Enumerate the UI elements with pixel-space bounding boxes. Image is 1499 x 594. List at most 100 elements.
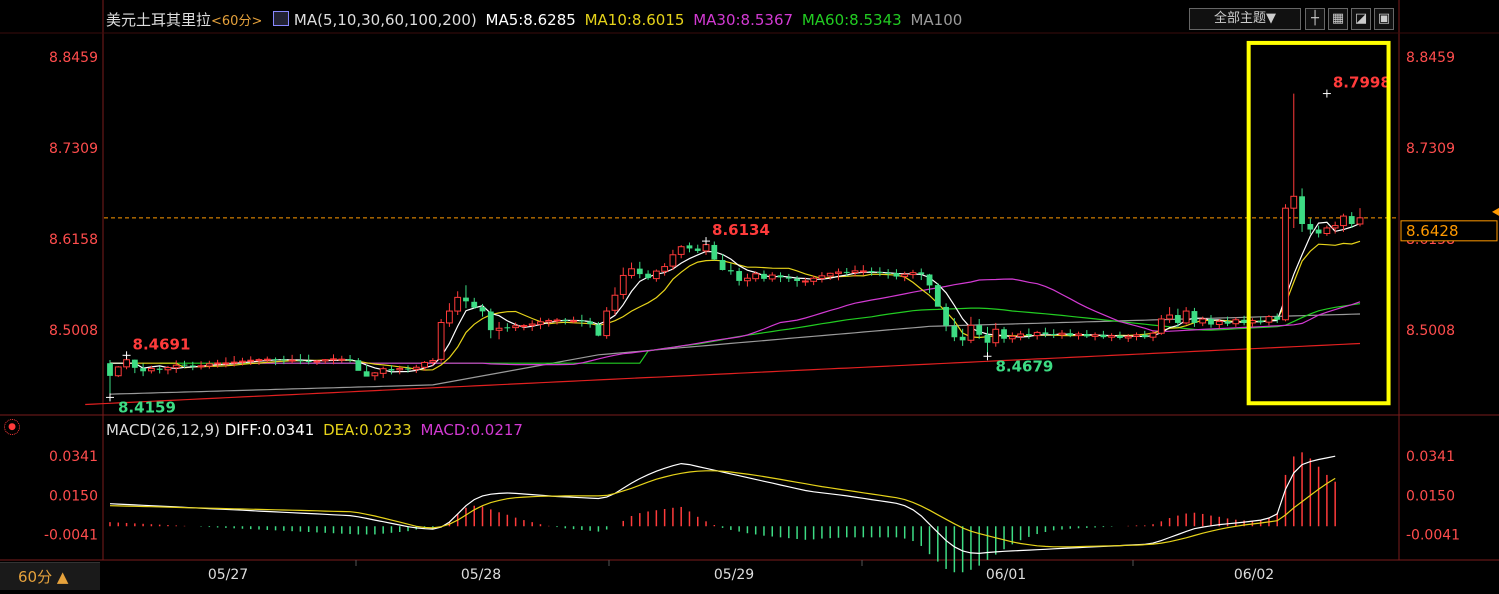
candle-body: [454, 296, 462, 312]
candle-body: [859, 270, 867, 273]
x-tick-label: 05/28: [461, 567, 501, 583]
candle-body: [719, 260, 726, 270]
candle-body: [1008, 335, 1016, 340]
candle-body: [131, 359, 138, 368]
candle-body: [338, 358, 346, 361]
candle-body: [164, 367, 172, 371]
low-price-label: 8.4679: [995, 357, 1053, 375]
ma100-label: MA100: [910, 11, 963, 29]
candle-body: [528, 323, 536, 326]
candle-body: [636, 268, 643, 275]
candle-body: [1215, 320, 1223, 326]
candle-body: [205, 363, 213, 367]
theme-dropdown[interactable]: 全部主题▼: [1189, 8, 1301, 30]
period-selector[interactable]: 60分 ▲: [0, 562, 100, 590]
crosshair-icon[interactable]: ┼: [1305, 8, 1325, 30]
candle-body: [570, 320, 577, 323]
candle-body: [1191, 311, 1198, 323]
ma-indicator-icon[interactable]: [273, 11, 290, 26]
current-price-label: 8.6428: [1406, 222, 1459, 240]
ma5-line: [110, 221, 1361, 373]
candle-body: [479, 307, 486, 312]
candle-body: [553, 319, 561, 322]
candle-body: [1124, 335, 1132, 339]
candle-body: [247, 359, 255, 362]
indicator-settings-icon[interactable]: ●: [4, 419, 20, 435]
candle-body: [421, 361, 428, 368]
candle-body: [1075, 333, 1082, 337]
candlestick-chart: 8.84598.84598.73098.73098.61588.61588.50…: [0, 0, 1499, 583]
y-tick-label-left: 8.7309: [49, 141, 98, 157]
candle-body: [172, 364, 180, 369]
layout-icon[interactable]: ▣: [1374, 8, 1394, 30]
macd-y-tick-right: -0.0041: [1406, 528, 1460, 544]
candle-body: [463, 297, 469, 302]
macd-y-tick-left: 0.0341: [49, 449, 98, 465]
x-tick-label: 05/27: [208, 567, 248, 583]
macd-settings-label: MACD(26,12,9): [106, 421, 220, 439]
y-tick-label-left: 8.5008: [49, 323, 98, 339]
candle-body: [1025, 334, 1032, 336]
candle-body: [330, 358, 337, 361]
candle-body: [222, 362, 230, 365]
ma200-line: [85, 342, 1361, 406]
candle-body: [810, 277, 818, 282]
ma-settings-label: MA(5,10,30,60,100,200): [293, 11, 477, 29]
ma60-value: MA60:8.5343: [801, 11, 902, 29]
candle-body: [744, 277, 751, 282]
candle-body: [934, 285, 941, 307]
candle-body: [123, 359, 130, 368]
candle-body: [446, 310, 453, 324]
macd-y-tick-left: 0.0150: [49, 488, 98, 504]
candle-body: [1232, 319, 1240, 325]
candle-body: [437, 322, 445, 360]
symbol-title: 美元土耳其里拉: [106, 11, 212, 29]
candle-body: [619, 274, 627, 295]
candle-body: [918, 272, 925, 275]
y-tick-label-right: 8.8459: [1406, 50, 1455, 66]
candle-body: [835, 271, 842, 274]
candle-body: [429, 360, 437, 363]
candle-body: [1033, 331, 1041, 337]
candle-body: [1166, 314, 1174, 320]
candle-body: [752, 273, 760, 280]
x-tick-label: 05/29: [714, 567, 754, 583]
candle-body: [562, 319, 569, 321]
ma10-line: [110, 240, 1361, 371]
candle-body: [197, 365, 205, 368]
candle-body: [272, 359, 279, 361]
candle-body: [313, 360, 321, 363]
candle-body: [297, 360, 304, 362]
candle-body: [487, 311, 494, 331]
candle-body: [761, 273, 767, 279]
candle-body: [1274, 316, 1281, 320]
ma10-value: MA10:8.6015: [584, 11, 685, 29]
candle-body: [347, 359, 353, 361]
grid-icon[interactable]: ▦: [1328, 8, 1348, 30]
candle-body: [1315, 229, 1322, 234]
candle-body: [1356, 217, 1364, 225]
candle-body: [686, 245, 693, 249]
candle-body: [926, 274, 933, 286]
candle-body: [1174, 315, 1181, 323]
candle-body: [545, 319, 553, 323]
candle-body: [396, 367, 404, 371]
candle-body: [512, 325, 520, 329]
candle-body: [412, 366, 420, 370]
dea-line: [109, 470, 1336, 548]
candle-body: [214, 362, 222, 365]
candle-body: [669, 254, 677, 267]
candle-body: [1282, 207, 1289, 321]
candle-body: [868, 271, 875, 273]
candle-body: [777, 275, 784, 278]
candle-body: [140, 368, 147, 372]
candle-body: [495, 327, 503, 331]
candle-body: [371, 372, 379, 377]
fullscreen-icon[interactable]: ◪: [1351, 8, 1371, 30]
candle-body: [1133, 334, 1140, 337]
candle-body: [768, 274, 776, 280]
candle-body: [321, 359, 329, 362]
macd-diff-value: DIFF:0.0341: [224, 421, 315, 439]
candle-body: [801, 280, 809, 283]
period-label[interactable]: <60分>: [211, 14, 262, 29]
